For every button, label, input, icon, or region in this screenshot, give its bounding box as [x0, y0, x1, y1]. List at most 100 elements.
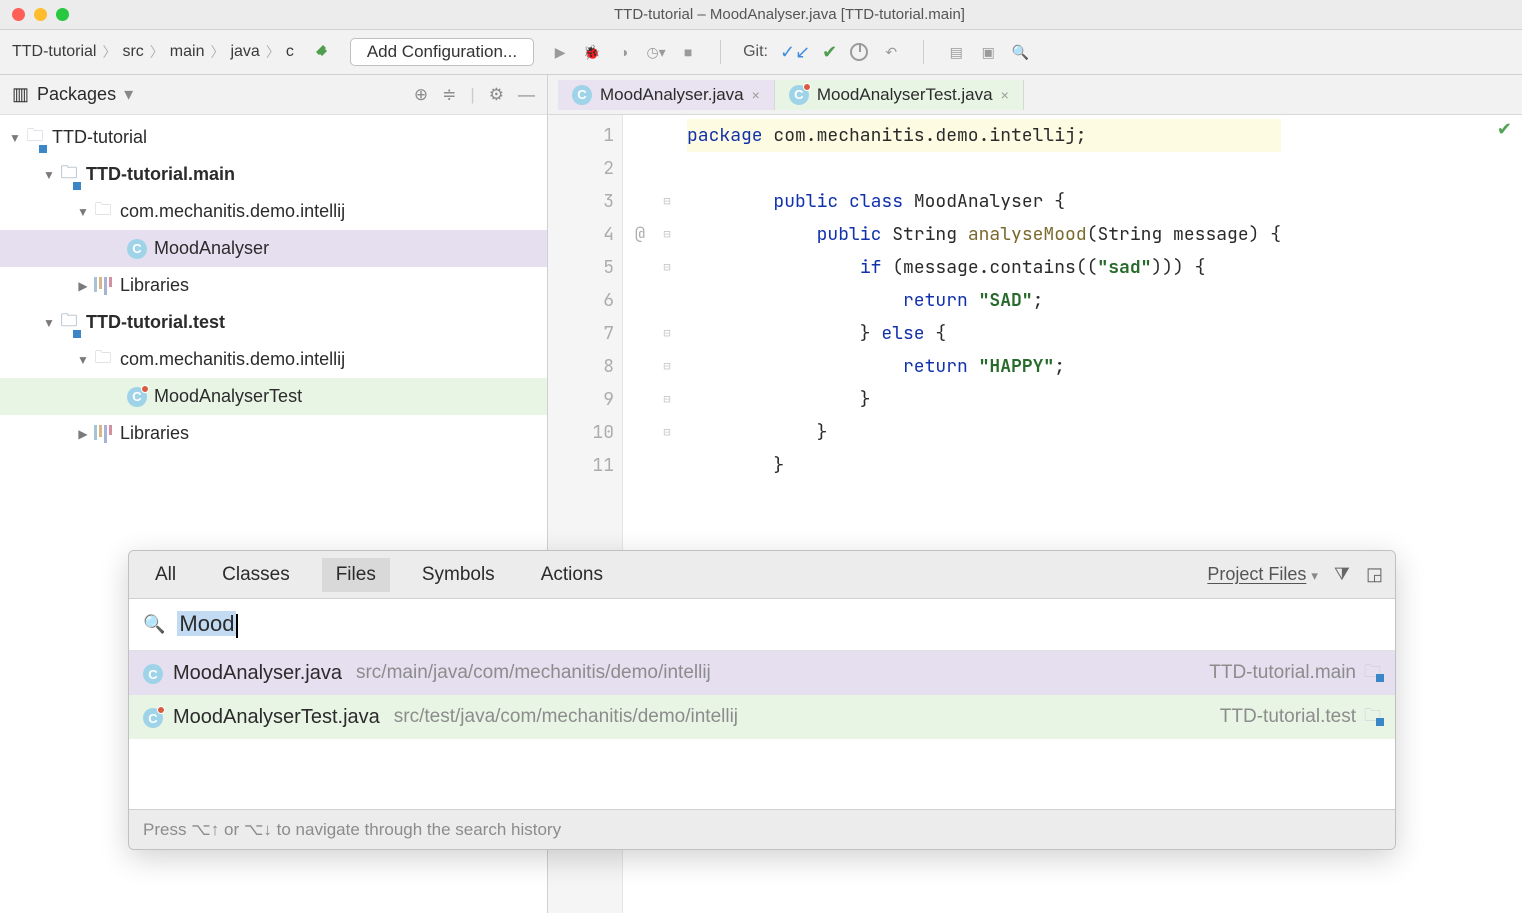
minimize-window-button[interactable]	[34, 8, 47, 21]
run-icon[interactable]: ▶	[550, 42, 570, 62]
breadcrumb[interactable]: TTD-tutorial〉 src〉 main〉 java〉 c	[10, 42, 296, 62]
fold-marker[interactable]: ⊟	[657, 185, 677, 218]
class-icon: C	[143, 662, 163, 685]
breadcrumb-item[interactable]: java	[230, 43, 259, 61]
gutter-annotation	[623, 350, 657, 383]
breadcrumb-item[interactable]: TTD-tutorial	[12, 43, 96, 61]
close-tab-icon[interactable]: ×	[1001, 87, 1009, 103]
pin-icon[interactable]: ◲	[1366, 564, 1383, 585]
profile-icon[interactable]: ◷▾	[646, 42, 666, 62]
close-tab-icon[interactable]: ×	[752, 87, 760, 103]
filter-icon[interactable]: ⧩	[1334, 564, 1350, 585]
module-icon: 🗀	[1364, 659, 1381, 688]
folder-icon: 🗀	[92, 197, 114, 226]
tree-item[interactable]: ▶ Libraries	[0, 267, 547, 304]
add-configuration-button[interactable]: Add Configuration...	[350, 38, 534, 66]
gutter-annotation	[623, 284, 657, 317]
search-result-row[interactable]: CMoodAnalyserTest.javasrc/test/java/com/…	[129, 695, 1395, 739]
git-commit-icon[interactable]: ✔	[822, 42, 837, 63]
class-test-icon: C	[789, 84, 809, 105]
lib-icon	[92, 425, 114, 443]
toolbar-divider	[720, 40, 721, 64]
tree-twisty[interactable]: ▼	[74, 205, 92, 219]
chevron-down-icon[interactable]: ▾	[124, 84, 133, 105]
fold-marker[interactable]: ⊟	[657, 218, 677, 251]
gear-icon[interactable]: ⚙	[489, 85, 504, 105]
tree-twisty[interactable]: ▼	[40, 168, 58, 182]
close-window-button[interactable]	[12, 8, 25, 21]
project-view-title[interactable]: Packages	[37, 84, 116, 105]
hide-icon[interactable]: —	[518, 85, 535, 105]
popup-tab-symbols[interactable]: Symbols	[408, 558, 509, 592]
popup-tab-all[interactable]: All	[141, 558, 190, 592]
stop-icon[interactable]: ■	[678, 42, 698, 62]
search-input[interactable]: Mood	[177, 611, 1381, 637]
title-bar: TTD-tutorial – MoodAnalyser.java [TTD-tu…	[0, 0, 1522, 30]
fold-marker[interactable]	[657, 284, 677, 317]
fold-marker[interactable]: ⊟	[657, 383, 677, 416]
popup-tab-actions[interactable]: Actions	[527, 558, 617, 592]
search-everywhere-icon[interactable]: 🔍	[1010, 42, 1030, 62]
run-anything-icon[interactable]: ▣	[978, 42, 998, 62]
breadcrumb-item[interactable]: c	[286, 43, 294, 61]
class-test-icon: C	[143, 706, 163, 729]
tree-item[interactable]: ▶ Libraries	[0, 415, 547, 452]
fold-marker[interactable]	[657, 152, 677, 185]
line-number: 1	[548, 119, 614, 152]
gutter-annotation: @	[623, 218, 657, 251]
maximize-window-button[interactable]	[56, 8, 69, 21]
git-revert-icon[interactable]: ↶	[881, 42, 901, 62]
tree-item[interactable]: ▼🗀TTD-tutorial.main	[0, 156, 547, 193]
popup-tab-classes[interactable]: Classes	[208, 558, 304, 592]
tree-item[interactable]: ▼🗀com.mechanitis.demo.intellij	[0, 341, 547, 378]
debug-icon[interactable]: 🐞	[582, 42, 602, 62]
gutter-annotation	[623, 317, 657, 350]
tree-item-label: Libraries	[120, 423, 189, 444]
line-number: 8	[548, 350, 614, 383]
result-filename: MoodAnalyser.java	[173, 662, 342, 685]
search-result-row[interactable]: CMoodAnalyser.javasrc/main/java/com/mech…	[129, 651, 1395, 695]
gutter-annotation	[623, 383, 657, 416]
editor-tab[interactable]: CMoodAnalyser.java×	[558, 80, 775, 110]
fold-marker[interactable]	[657, 119, 677, 152]
tree-item[interactable]: CMoodAnalyser	[0, 230, 547, 267]
fold-marker[interactable]: ⊟	[657, 317, 677, 350]
coverage-icon[interactable]: ◑	[614, 42, 634, 62]
folder-icon: ▥	[12, 84, 29, 105]
tree-twisty[interactable]: ▼	[6, 131, 24, 145]
toolbar: TTD-tutorial〉 src〉 main〉 java〉 c Add Con…	[0, 30, 1522, 75]
locate-icon[interactable]: ⊕	[414, 85, 428, 105]
git-update-icon[interactable]: ✓↙	[780, 42, 810, 63]
fold-marker[interactable]	[657, 449, 677, 482]
module-icon: 🗀	[58, 160, 80, 189]
project-tree[interactable]: ▼🗀TTD-tutorial▼🗀TTD-tutorial.main▼🗀com.m…	[0, 115, 547, 456]
tree-twisty[interactable]: ▼	[74, 353, 92, 367]
expand-all-icon[interactable]: ≑	[442, 85, 456, 105]
project-structure-icon[interactable]: ▤	[946, 42, 966, 62]
tree-item[interactable]: CMoodAnalyserTest	[0, 378, 547, 415]
editor-tab[interactable]: CMoodAnalyserTest.java×	[775, 80, 1024, 110]
tree-item-label: TTD-tutorial	[52, 127, 147, 148]
tree-item[interactable]: ▼🗀TTD-tutorial	[0, 119, 547, 156]
tree-twisty[interactable]: ▶	[74, 427, 92, 441]
fold-marker[interactable]: ⊟	[657, 251, 677, 284]
git-history-icon[interactable]	[849, 42, 869, 62]
build-icon[interactable]	[312, 41, 334, 63]
result-filename: MoodAnalyserTest.java	[173, 706, 380, 729]
breadcrumb-item[interactable]: src	[122, 43, 143, 61]
class-icon: C	[126, 239, 148, 259]
tree-twisty[interactable]: ▶	[74, 279, 92, 293]
tree-item[interactable]: ▼🗀TTD-tutorial.test	[0, 304, 547, 341]
tree-item-label: Libraries	[120, 275, 189, 296]
scope-selector[interactable]: Project Files ▾	[1207, 564, 1318, 585]
popup-tab-files[interactable]: Files	[322, 558, 390, 592]
tree-item[interactable]: ▼🗀com.mechanitis.demo.intellij	[0, 193, 547, 230]
fold-marker[interactable]: ⊟	[657, 350, 677, 383]
toolbar-divider	[923, 40, 924, 64]
fold-marker[interactable]: ⊟	[657, 416, 677, 449]
line-number: 11	[548, 449, 614, 482]
breadcrumb-item[interactable]: main	[170, 43, 205, 61]
tree-twisty[interactable]: ▼	[40, 316, 58, 330]
line-number: 7	[548, 317, 614, 350]
gutter-annotation	[623, 152, 657, 185]
